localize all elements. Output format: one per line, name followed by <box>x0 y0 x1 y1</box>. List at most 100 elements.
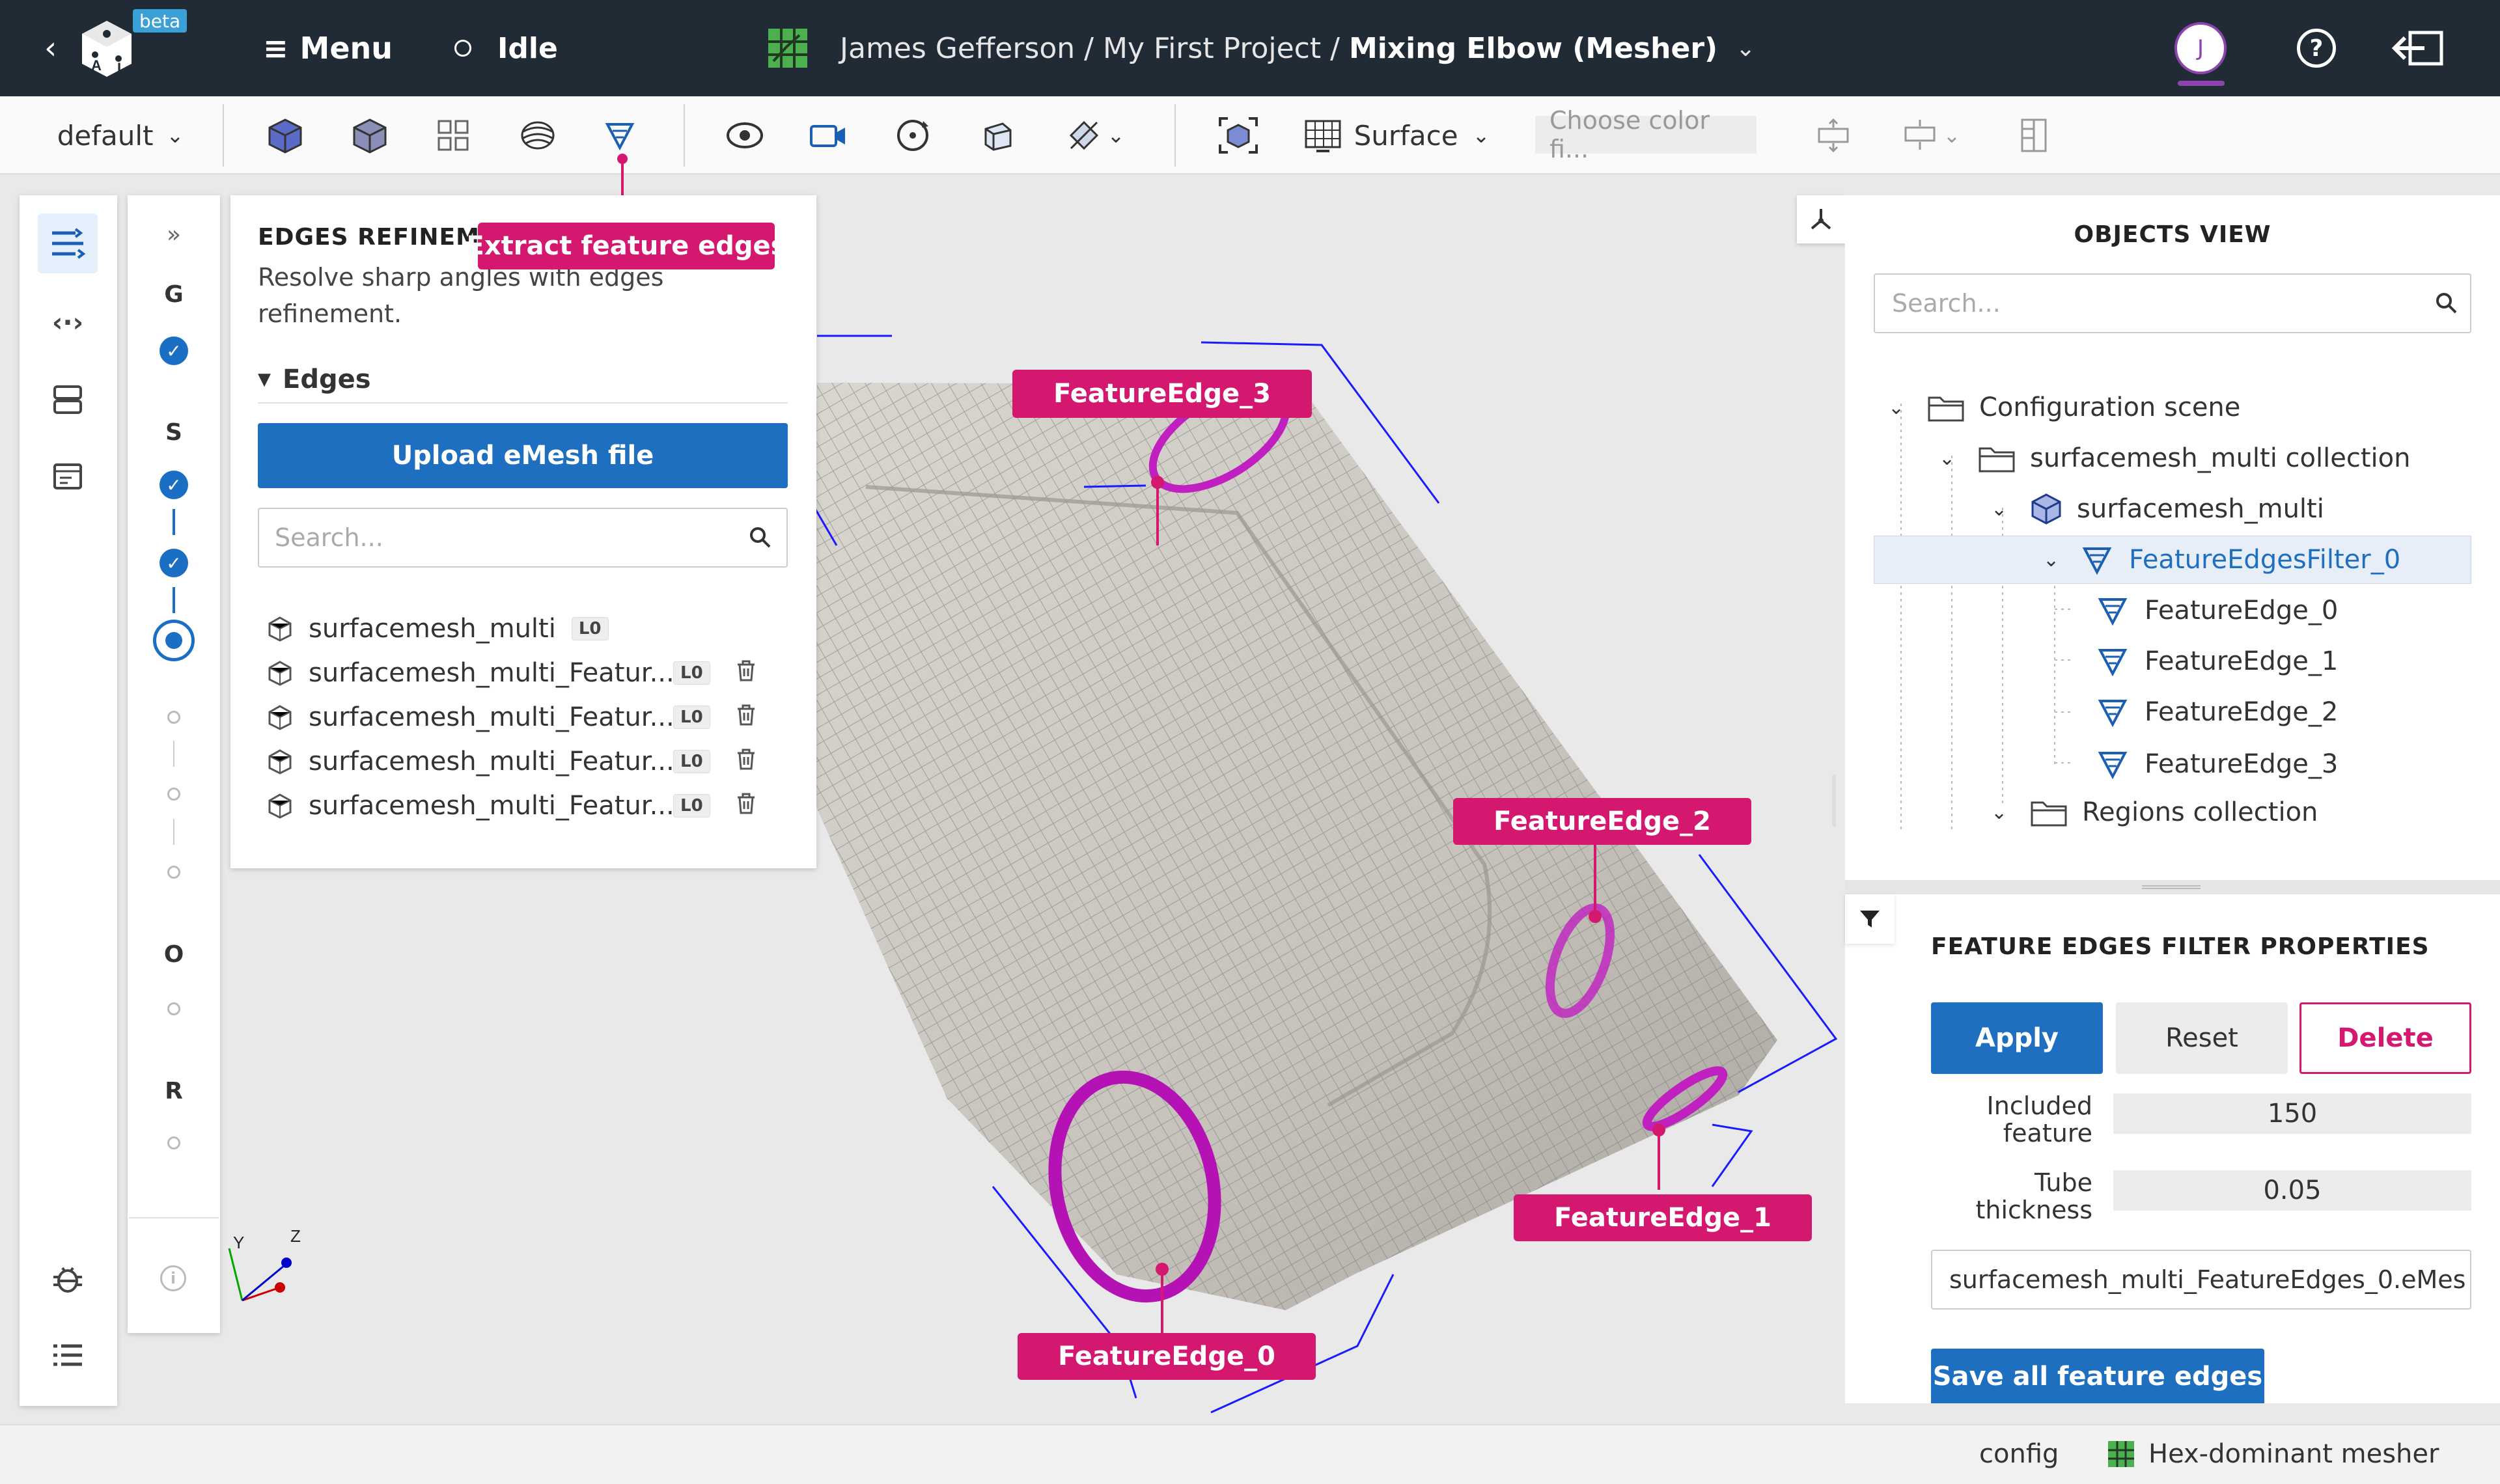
step-pending-dot[interactable] <box>167 1136 180 1149</box>
top-nav-bar: ‹ A I beta ≡ Menu Idle James Gefferson / … <box>0 0 2500 96</box>
list-item[interactable]: surfacemesh_multi_Featur... L0 <box>267 788 756 824</box>
tree-item-regions-collection[interactable]: ⌄ Regions collection <box>1991 793 2318 832</box>
step-complete-check-icon[interactable]: ✓ <box>160 471 188 499</box>
feature-edge-3-label[interactable]: FeatureEdge_3 <box>1012 370 1312 418</box>
axes-toggle-icon[interactable] <box>1797 195 1845 243</box>
tree-item-collection[interactable]: ⌄ surfacemesh_multi collection <box>1939 439 2410 478</box>
workflow-icon[interactable] <box>38 213 98 273</box>
info-icon[interactable]: i <box>160 1265 186 1291</box>
step-complete-check-icon[interactable]: ✓ <box>160 549 188 577</box>
breadcrumb-separator: / <box>1084 31 1094 65</box>
search-icon[interactable] <box>747 525 773 551</box>
tree-item-feature-edges-filter[interactable]: ⌄ FeatureEdgesFilter_0 <box>2043 540 2400 579</box>
app-logo[interactable]: A I <box>77 17 137 79</box>
console-icon[interactable] <box>38 447 98 506</box>
tube-thickness-input[interactable]: 0.05 <box>2113 1170 2471 1211</box>
emesh-filename-input[interactable]: surfacemesh_multi_FeatureEdges_0.eMes <box>1931 1250 2471 1310</box>
expand-steps-icon[interactable]: » <box>128 221 220 248</box>
tube-thickness-label: Tube thickness <box>1931 1169 2093 1224</box>
save-all-feature-edges-button[interactable]: Save all feature edges <box>1931 1349 2264 1403</box>
breadcrumb-separator: / <box>1330 31 1340 65</box>
folder-icon <box>2031 801 2067 827</box>
expand-vertical-icon[interactable] <box>1794 96 1872 174</box>
clip-tool-dropdown[interactable]: ⌄ <box>1049 96 1141 174</box>
fit-view-icon[interactable] <box>1199 96 1277 174</box>
delete-button[interactable]: Delete <box>2299 1002 2471 1074</box>
list-icon[interactable] <box>38 1325 98 1385</box>
avatar[interactable]: J <box>2174 22 2227 74</box>
step-current-indicator[interactable] <box>153 620 195 661</box>
tree-item-feature-edge-2[interactable]: FeatureEdge_2 <box>2098 693 2338 732</box>
step-complete-check-icon[interactable]: ✓ <box>160 337 188 365</box>
logout-icon[interactable] <box>2391 26 2445 70</box>
feature-edge-2-label[interactable]: FeatureEdge_2 <box>1453 798 1751 845</box>
toolbar-divider <box>223 104 224 167</box>
spacing-dropdown[interactable]: ⌄ <box>1885 96 1977 174</box>
back-chevron-icon[interactable]: ‹ <box>44 0 57 96</box>
tree-item-configuration-scene[interactable]: ⌄ Configuration scene <box>1888 388 2240 427</box>
tree-item-feature-edge-3[interactable]: FeatureEdge_3 <box>2098 745 2338 784</box>
list-item[interactable]: surfacemesh_multi L0 <box>267 611 609 647</box>
menu-button[interactable]: ≡ Menu <box>263 0 393 96</box>
trash-icon[interactable] <box>736 702 756 732</box>
breadcrumb-project[interactable]: My First Project <box>1103 32 1321 65</box>
chevron-down-icon[interactable]: ⌄ <box>1939 447 1978 470</box>
help-icon[interactable]: ? <box>2297 29 2336 68</box>
step-pending-dot[interactable] <box>167 1002 180 1015</box>
panel-resize-handle[interactable] <box>1832 775 1836 827</box>
storage-icon[interactable] <box>38 370 98 430</box>
representation-dropdown[interactable]: Surface ⌄ <box>1296 96 1497 174</box>
toolbar-divider <box>684 104 685 167</box>
trash-icon[interactable] <box>736 658 756 688</box>
search-icon[interactable] <box>2434 290 2460 316</box>
step-pending-dot[interactable] <box>167 711 180 724</box>
layers-icon[interactable] <box>499 96 577 174</box>
mesher-status[interactable]: Hex-dominant mesher <box>2107 1424 2439 1484</box>
breadcrumb-user[interactable]: James Gefferson <box>840 32 1075 65</box>
chevron-down-icon[interactable]: ⌄ <box>2043 549 2082 571</box>
preset-label: default <box>57 119 154 152</box>
list-item-name: surfacemesh_multi_Featur... <box>309 791 674 821</box>
tree-item-surfacemesh[interactable]: ⌄ surfacemesh_multi <box>1991 489 2324 529</box>
bug-icon[interactable] <box>38 1248 98 1308</box>
reset-button[interactable]: Reset <box>2116 1002 2288 1074</box>
mesh-outline-icon[interactable] <box>331 96 409 174</box>
upload-emesh-button[interactable]: Upload eMesh file <box>258 423 788 488</box>
chevron-down-icon[interactable]: ⌄ <box>1736 35 1755 62</box>
edges-search-placeholder: Search... <box>275 523 383 552</box>
level-badge: L0 <box>673 750 710 773</box>
feature-edge-1-label[interactable]: FeatureEdge_1 <box>1514 1194 1812 1241</box>
camera-icon[interactable] <box>789 96 867 174</box>
included-feature-input[interactable]: 150 <box>2113 1093 2471 1134</box>
mesh-cube-icon[interactable] <box>246 96 324 174</box>
trash-icon[interactable] <box>736 747 756 776</box>
color-field-select[interactable]: Choose color fi... <box>1535 106 1757 163</box>
list-item[interactable]: surfacemesh_multi_Featur... L0 <box>267 699 756 735</box>
eye-icon[interactable] <box>706 96 784 174</box>
list-item[interactable]: surfacemesh_multi_Featur... L0 <box>267 655 756 691</box>
tree-item-feature-edge-0[interactable]: FeatureEdge_0 <box>2098 591 2338 630</box>
rotate-view-icon[interactable] <box>874 96 952 174</box>
chevron-down-icon[interactable]: ⌄ <box>1991 801 2030 824</box>
breadcrumb-current[interactable]: Mixing Elbow (Mesher) <box>1349 32 1717 65</box>
trash-icon[interactable] <box>736 791 756 821</box>
preset-dropdown[interactable]: default ⌄ <box>52 96 189 174</box>
tree-item-feature-edge-1[interactable]: FeatureEdge_1 <box>2098 642 2338 681</box>
code-icon[interactable]: ‹·› <box>38 293 98 353</box>
list-item[interactable]: surfacemesh_multi_Featur... L0 <box>267 743 756 780</box>
grid-layout-icon[interactable] <box>414 96 492 174</box>
spacing-icon <box>1904 120 1936 150</box>
box-view-icon[interactable] <box>958 96 1036 174</box>
edges-section-toggle[interactable]: ▼ Edges <box>258 364 371 394</box>
config-status[interactable]: config <box>1979 1424 2059 1484</box>
chevron-down-icon[interactable]: ⌄ <box>1991 498 2030 521</box>
status-label: Idle <box>497 31 558 65</box>
step-pending-dot[interactable] <box>167 788 180 801</box>
feature-edge-0-label[interactable]: FeatureEdge_0 <box>1018 1333 1316 1380</box>
edges-section-label: Edges <box>283 364 371 394</box>
step-pending-dot[interactable] <box>167 866 180 879</box>
filter-funnel-icon[interactable] <box>1845 894 1895 944</box>
chevron-down-icon[interactable]: ⌄ <box>1888 396 1927 419</box>
split-view-icon[interactable] <box>1995 96 2073 174</box>
apply-button[interactable]: Apply <box>1931 1002 2103 1074</box>
